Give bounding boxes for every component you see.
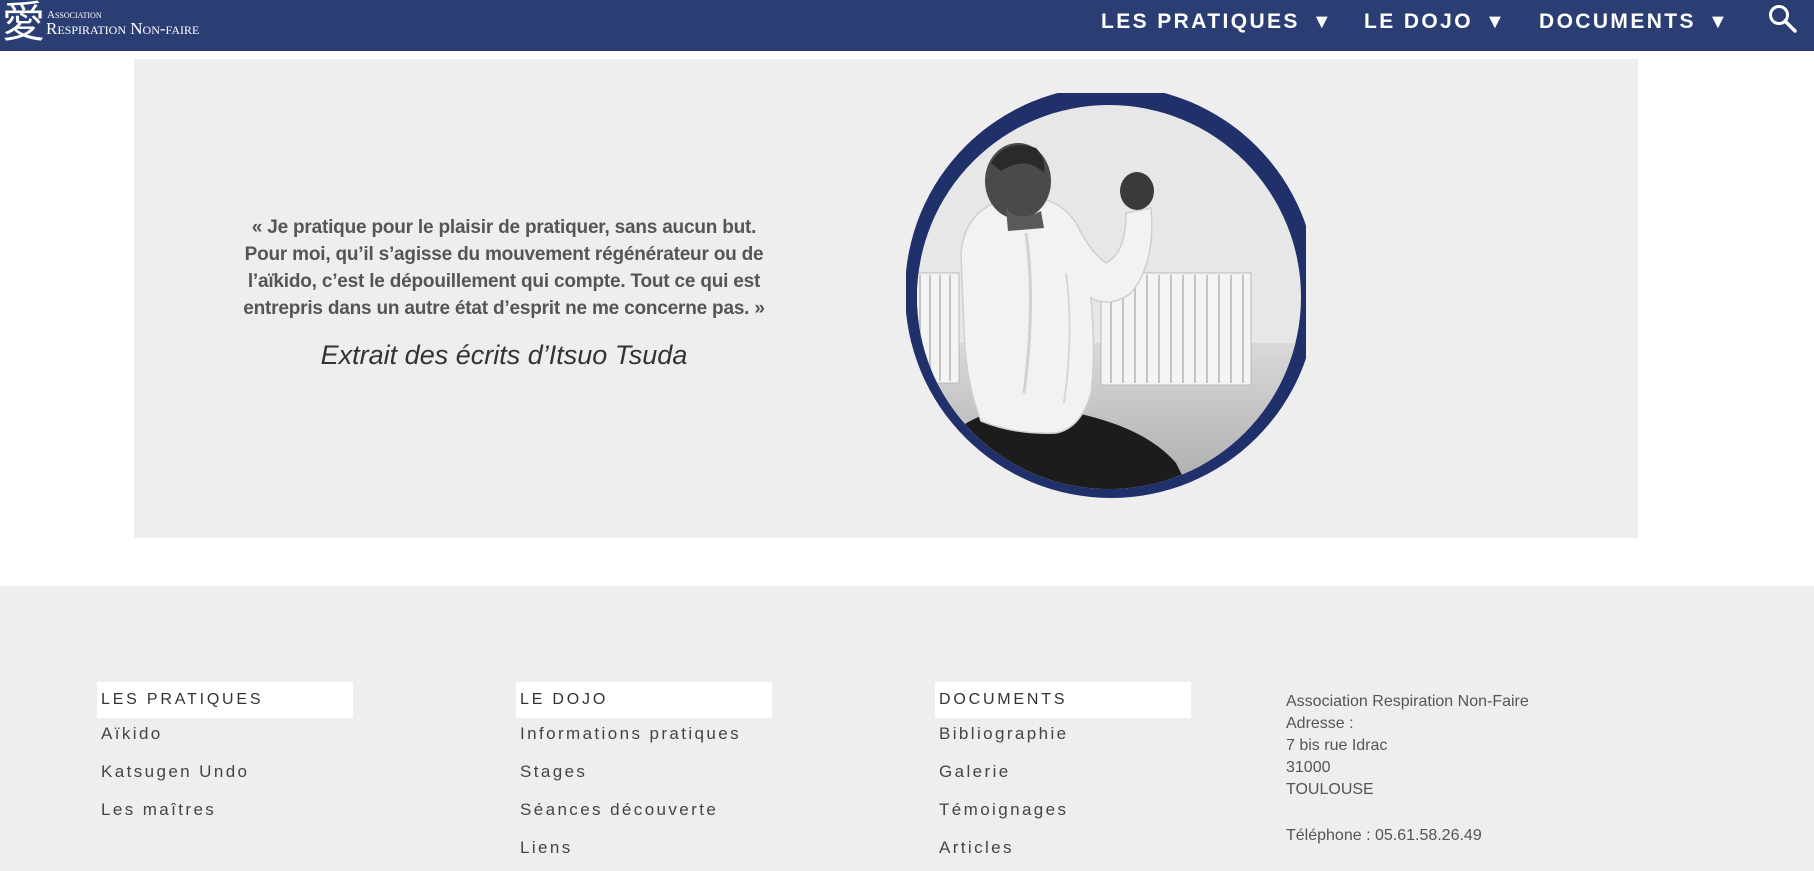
contact-postcode: 31000 — [1286, 759, 1331, 776]
contact-street: 7 bis rue Idrac — [1286, 737, 1388, 754]
footer-link-katsugen-undo[interactable]: Katsugen Undo — [97, 763, 353, 792]
footer-link-temoignages[interactable]: Témoignages — [935, 801, 1191, 830]
footer-column-le-dojo: LE DOJO Informations pratiques Stages Sé… — [516, 682, 772, 868]
contact-spacer — [1286, 801, 1586, 825]
dropdown-arrow-icon: ▼ — [1707, 11, 1728, 33]
logo-name-text: Respiration Non-faire — [46, 19, 200, 38]
contact-phone[interactable]: Téléphone : 05.61.58.26.49 — [1286, 825, 1586, 847]
footer-link-galerie[interactable]: Galerie — [935, 763, 1191, 792]
quote-line: l’aïkido, c’est le dépouillement qui com… — [247, 271, 761, 292]
nav-item-documents[interactable]: DOCUMENTS ▼ — [1539, 0, 1728, 44]
quote-section: « Je pratique pour le plaisir de pratiqu… — [134, 59, 1638, 538]
nav-label: LES PRATIQUES — [1101, 10, 1300, 33]
quote-line: Pour moi, qu’il s’agisse du mouvement ré… — [244, 244, 764, 265]
search-button[interactable] — [1766, 2, 1800, 36]
footer-column-les-pratiques: LES PRATIQUES Aïkido Katsugen Undo Les m… — [97, 682, 353, 830]
search-icon — [1769, 5, 1797, 33]
quote-text: « Je pratique pour le plaisir de pratiqu… — [234, 214, 774, 322]
footer-link-aikido[interactable]: Aïkido — [97, 725, 353, 754]
nav-item-le-dojo[interactable]: LE DOJO ▼ — [1364, 0, 1505, 44]
dropdown-arrow-icon: ▼ — [1484, 11, 1505, 33]
contact-info: Association Respiration Non-Faire Adress… — [1286, 691, 1586, 847]
footer-heading-le-dojo[interactable]: LE DOJO — [516, 682, 772, 718]
footer-link-les-maitres[interactable]: Les maîtres — [97, 801, 353, 830]
footer-link-stages[interactable]: Stages — [516, 763, 772, 792]
quote-attribution: Extrait des écrits d’Itsuo Tsuda — [320, 340, 688, 370]
portrait-photo — [906, 93, 1306, 498]
footer-heading-les-pratiques[interactable]: LES PRATIQUES — [97, 682, 353, 718]
contact-address-label: Adresse : — [1286, 715, 1354, 732]
footer-link-liens[interactable]: Liens — [516, 839, 772, 868]
footer-link-seances-decouverte[interactable]: Séances découverte — [516, 801, 772, 830]
dropdown-arrow-icon: ▼ — [1311, 11, 1332, 33]
quote-line: entrepris dans un autre état d’esprit ne… — [243, 298, 765, 319]
footer-column-documents: DOCUMENTS Bibliographie Galerie Témoigna… — [935, 682, 1191, 868]
footer-link-articles[interactable]: Articles — [935, 839, 1191, 868]
footer-link-informations-pratiques[interactable]: Informations pratiques — [516, 725, 772, 754]
site-logo[interactable]: 愛 Association Respiration Non-faire — [0, 0, 210, 51]
site-footer: LES PRATIQUES Aïkido Katsugen Undo Les m… — [0, 586, 1814, 871]
nav-label: DOCUMENTS — [1539, 10, 1696, 33]
logo-kanji: 愛 — [2, 0, 45, 48]
quote-line: « Je pratique pour le plaisir de pratiqu… — [251, 217, 757, 238]
nav-item-les-pratiques[interactable]: LES PRATIQUES ▼ — [1101, 0, 1332, 44]
nav-label: LE DOJO — [1364, 10, 1473, 33]
footer-link-bibliographie[interactable]: Bibliographie — [935, 725, 1191, 754]
contact-city: TOULOUSE — [1286, 781, 1374, 798]
contact-name: Association Respiration Non-Faire — [1286, 693, 1529, 710]
top-navigation-bar: 愛 Association Respiration Non-faire LES … — [0, 0, 1814, 51]
footer-heading-documents[interactable]: DOCUMENTS — [935, 682, 1191, 718]
